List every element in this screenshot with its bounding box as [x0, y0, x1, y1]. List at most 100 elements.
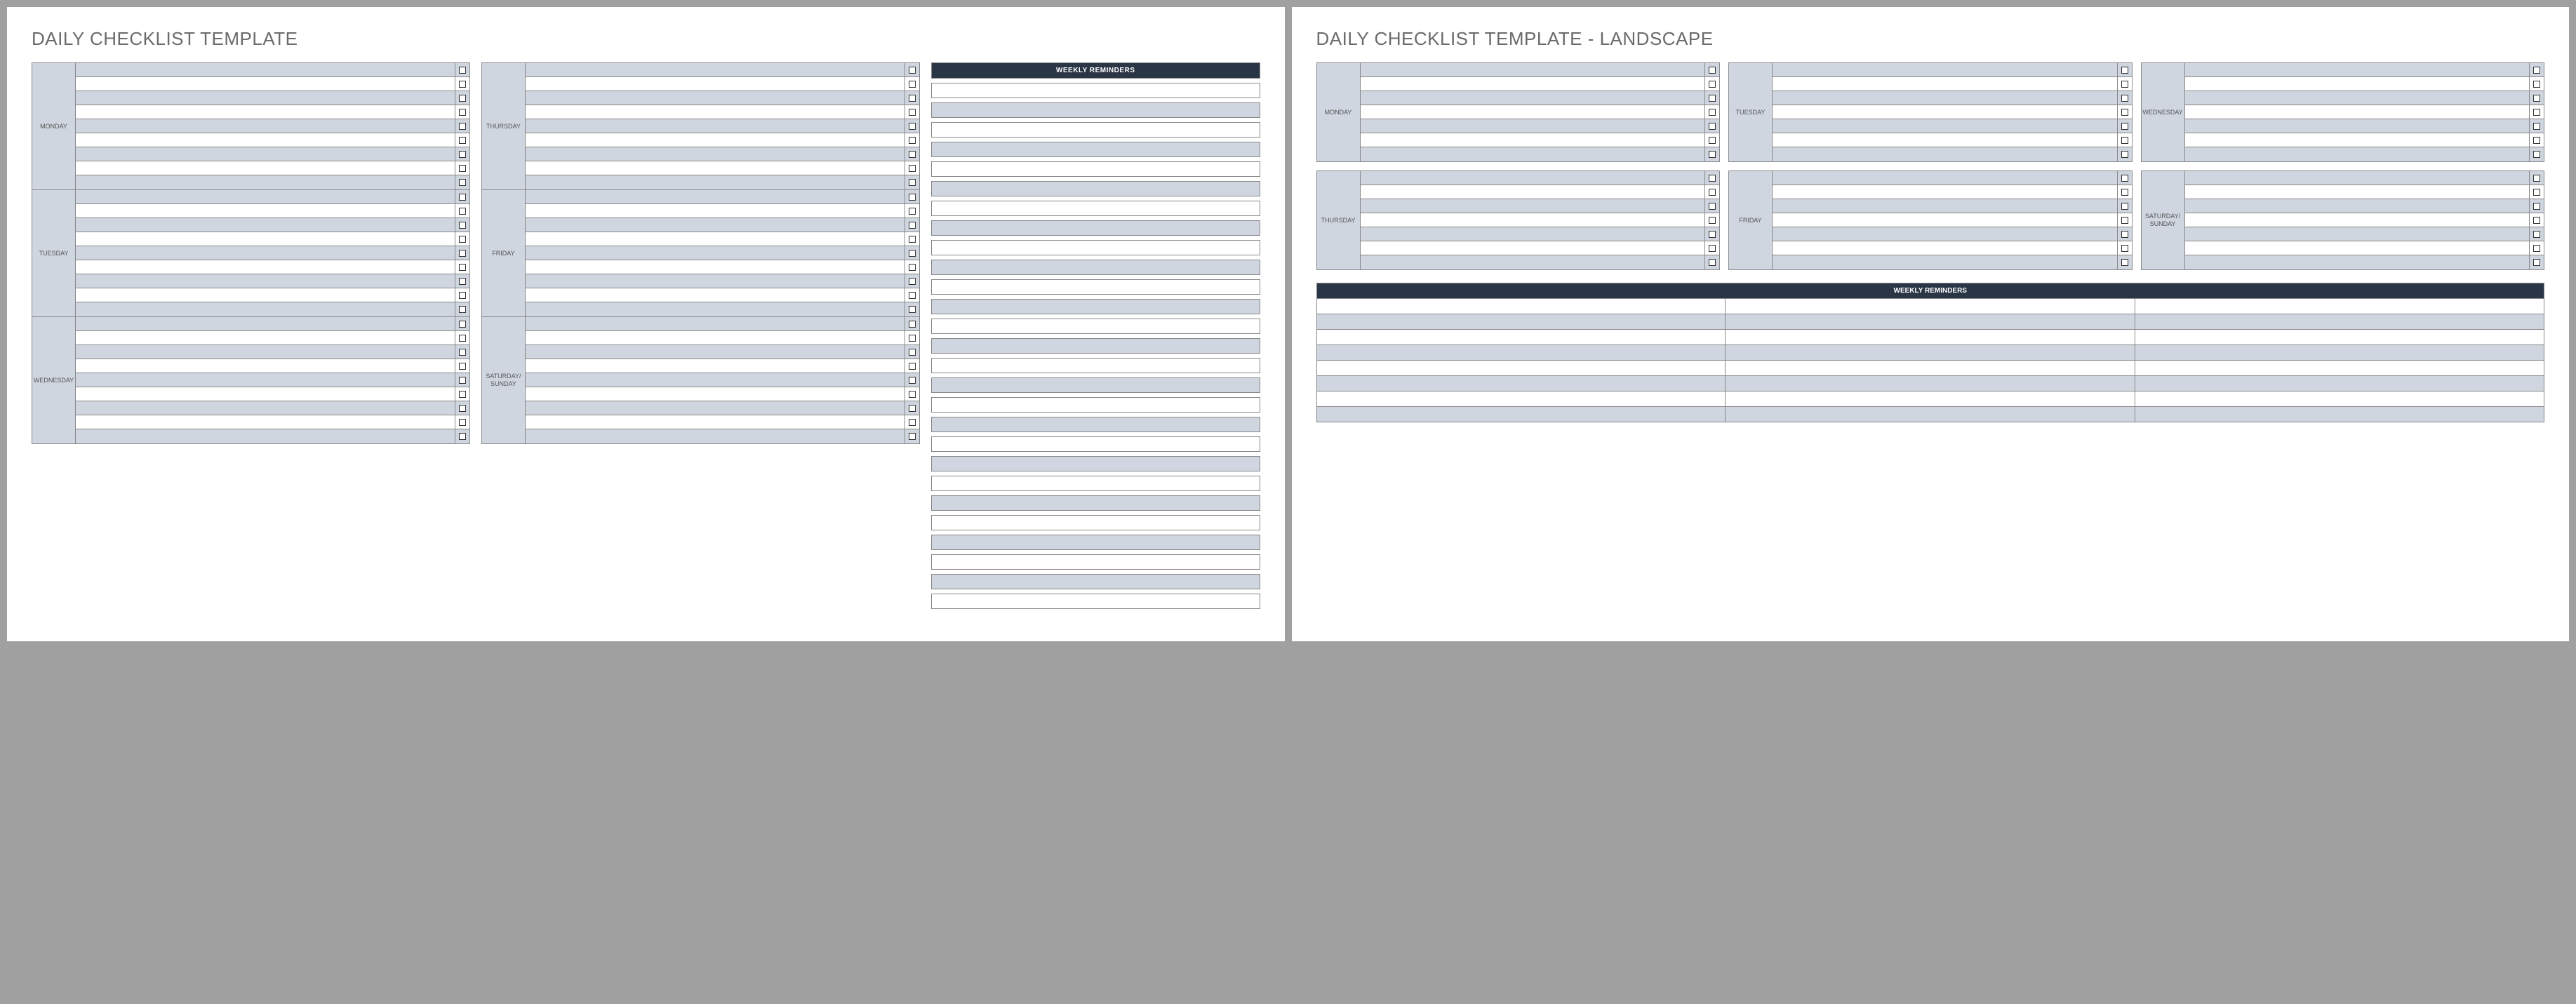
checkbox-icon[interactable]	[909, 264, 916, 271]
reminder-row[interactable]	[931, 535, 1260, 550]
reminder-row[interactable]	[931, 594, 1260, 609]
checkbox-icon[interactable]	[459, 250, 466, 257]
reminder-cell[interactable]	[1726, 376, 2135, 391]
reminder-cell[interactable]	[1316, 407, 1726, 422]
reminder-row[interactable]	[931, 279, 1260, 295]
reminder-cell[interactable]	[2135, 376, 2545, 391]
task-text[interactable]	[2185, 91, 2530, 105]
checkbox-icon[interactable]	[909, 335, 916, 342]
reminder-cell[interactable]	[1726, 314, 2135, 330]
checkbox-icon[interactable]	[2121, 151, 2128, 158]
checkbox-icon[interactable]	[1709, 123, 1716, 130]
reminder-row[interactable]	[931, 83, 1260, 98]
reminder-row[interactable]	[931, 299, 1260, 314]
checkbox-icon[interactable]	[459, 278, 466, 285]
task-text[interactable]	[76, 232, 455, 246]
task-text[interactable]	[2185, 213, 2530, 227]
reminder-cell[interactable]	[2135, 314, 2545, 330]
checkbox-icon[interactable]	[1709, 95, 1716, 102]
task-text[interactable]	[1361, 91, 1706, 105]
task-text[interactable]	[526, 302, 905, 316]
checkbox-icon[interactable]	[2533, 259, 2540, 266]
task-text[interactable]	[1361, 241, 1706, 255]
task-text[interactable]	[526, 415, 905, 429]
task-text[interactable]	[526, 105, 905, 119]
task-text[interactable]	[1361, 133, 1706, 147]
reminder-cell[interactable]	[2135, 299, 2545, 314]
task-text[interactable]	[526, 63, 905, 76]
task-text[interactable]	[526, 147, 905, 161]
checkbox-icon[interactable]	[909, 67, 916, 74]
task-text[interactable]	[526, 91, 905, 105]
checkbox-icon[interactable]	[909, 363, 916, 370]
reminder-row[interactable]	[931, 102, 1260, 118]
reminder-cell[interactable]	[1316, 314, 1726, 330]
task-text[interactable]	[526, 331, 905, 344]
checkbox-icon[interactable]	[909, 321, 916, 328]
checkbox-icon[interactable]	[2121, 175, 2128, 182]
reminder-row[interactable]	[931, 495, 1260, 511]
reminder-row[interactable]	[931, 554, 1260, 570]
checkbox-icon[interactable]	[909, 179, 916, 186]
checkbox-icon[interactable]	[1709, 203, 1716, 210]
reminder-cell[interactable]	[1726, 361, 2135, 376]
reminder-row[interactable]	[931, 122, 1260, 138]
task-text[interactable]	[76, 415, 455, 429]
checkbox-icon[interactable]	[2121, 81, 2128, 88]
checkbox-icon[interactable]	[909, 405, 916, 412]
reminder-row[interactable]	[931, 377, 1260, 393]
checkbox-icon[interactable]	[459, 236, 466, 243]
checkbox-icon[interactable]	[2533, 81, 2540, 88]
task-text[interactable]	[1361, 213, 1706, 227]
task-text[interactable]	[526, 387, 905, 401]
task-text[interactable]	[1773, 213, 2118, 227]
task-text[interactable]	[76, 147, 455, 161]
checkbox-icon[interactable]	[909, 306, 916, 313]
checkbox-icon[interactable]	[459, 109, 466, 116]
task-text[interactable]	[76, 288, 455, 302]
reminder-cell[interactable]	[2135, 391, 2545, 407]
checkbox-icon[interactable]	[1709, 231, 1716, 238]
task-text[interactable]	[1361, 119, 1706, 133]
checkbox-icon[interactable]	[2533, 203, 2540, 210]
checkbox-icon[interactable]	[1709, 217, 1716, 224]
task-text[interactable]	[1773, 171, 2118, 185]
task-text[interactable]	[2185, 255, 2530, 269]
task-text[interactable]	[1773, 105, 2118, 119]
checkbox-icon[interactable]	[1709, 259, 1716, 266]
checkbox-icon[interactable]	[2121, 189, 2128, 196]
task-text[interactable]	[1361, 255, 1706, 269]
checkbox-icon[interactable]	[909, 349, 916, 356]
checkbox-icon[interactable]	[1709, 109, 1716, 116]
reminder-row[interactable]	[931, 456, 1260, 471]
reminder-row[interactable]	[931, 358, 1260, 373]
task-text[interactable]	[76, 77, 455, 91]
checkbox-icon[interactable]	[2121, 95, 2128, 102]
checkbox-icon[interactable]	[459, 292, 466, 299]
checkbox-icon[interactable]	[459, 123, 466, 130]
checkbox-icon[interactable]	[909, 419, 916, 426]
checkbox-icon[interactable]	[2121, 231, 2128, 238]
checkbox-icon[interactable]	[2121, 123, 2128, 130]
checkbox-icon[interactable]	[459, 363, 466, 370]
task-text[interactable]	[526, 246, 905, 260]
reminder-cell[interactable]	[1726, 407, 2135, 422]
task-text[interactable]	[2185, 105, 2530, 119]
task-text[interactable]	[1773, 77, 2118, 91]
task-text[interactable]	[1361, 147, 1706, 161]
checkbox-icon[interactable]	[459, 67, 466, 74]
checkbox-icon[interactable]	[909, 377, 916, 384]
checkbox-icon[interactable]	[459, 179, 466, 186]
reminder-row[interactable]	[931, 338, 1260, 354]
task-text[interactable]	[526, 345, 905, 359]
task-text[interactable]	[2185, 185, 2530, 199]
reminder-row[interactable]	[931, 240, 1260, 255]
task-text[interactable]	[1773, 63, 2118, 76]
checkbox-icon[interactable]	[459, 137, 466, 144]
checkbox-icon[interactable]	[2533, 67, 2540, 74]
checkbox-icon[interactable]	[1709, 67, 1716, 74]
checkbox-icon[interactable]	[2121, 203, 2128, 210]
checkbox-icon[interactable]	[909, 292, 916, 299]
task-text[interactable]	[526, 175, 905, 189]
checkbox-icon[interactable]	[2533, 175, 2540, 182]
